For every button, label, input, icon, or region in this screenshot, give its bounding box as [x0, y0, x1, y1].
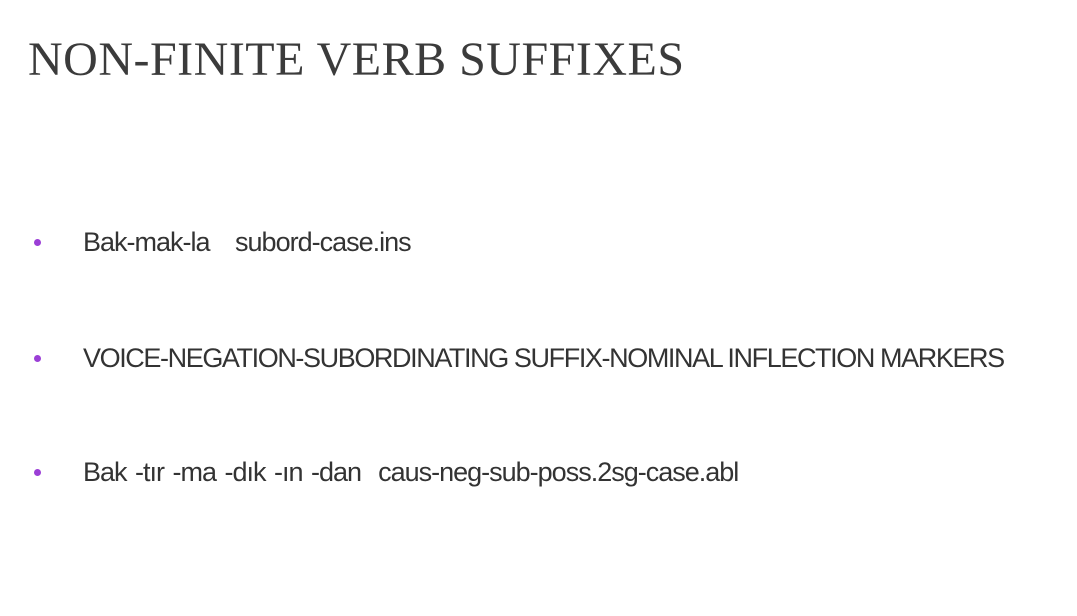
slide: NON-FINITE VERB SUFFIXES Bak-mak-la subo…: [0, 0, 1077, 616]
bullet-text: Bak -tır -ma -dık -ın -dan caus-neg-sub-…: [83, 456, 739, 487]
bullet-text: VOICE-NEGATION-SUBORDINATING SUFFIX-NOMI…: [83, 342, 1005, 373]
bullet-dot-icon: [34, 468, 41, 476]
bullet-dot-icon: [34, 354, 41, 362]
bullet-list: Bak-mak-la subord-case.ins VOICE-NEGATIO…: [0, 0, 1077, 616]
bullet-dot-icon: [34, 238, 41, 246]
bullet-text: Bak-mak-la subord-case.ins: [83, 226, 412, 257]
bullet-item: VOICE-NEGATION-SUBORDINATING SUFFIX-NOMI…: [34, 338, 1005, 378]
bullet-item: Bak -tır -ma -dık -ın -dan caus-neg-sub-…: [34, 452, 739, 492]
bullet-item: Bak-mak-la subord-case.ins: [34, 222, 412, 262]
